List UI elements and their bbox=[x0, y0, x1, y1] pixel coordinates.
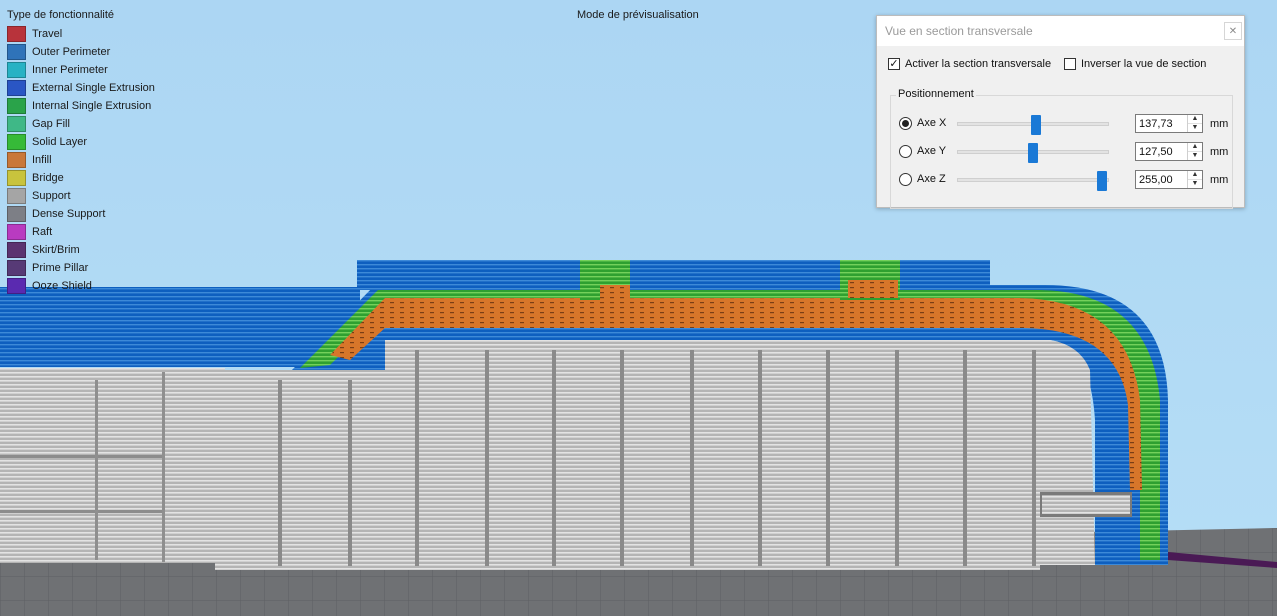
legend-label: Support bbox=[32, 190, 71, 202]
enable-section-checkbox[interactable]: ✓ bbox=[888, 58, 900, 70]
axis-y-radio[interactable] bbox=[899, 145, 912, 158]
legend-item: Bridge bbox=[7, 169, 187, 187]
legend-swatch bbox=[7, 116, 26, 132]
axis-row-y: Axe Y 127,50 ▲ ▼ mm bbox=[899, 142, 1229, 163]
legend-swatch bbox=[7, 242, 26, 258]
spin-up-icon[interactable]: ▲ bbox=[1188, 115, 1202, 124]
legend-label: Inner Perimeter bbox=[32, 64, 108, 76]
3d-preview-viewport[interactable]: Type de fonctionnalité Travel Outer Perim… bbox=[0, 0, 1277, 616]
axis-y-value: 127,50 bbox=[1139, 146, 1173, 158]
legend-swatch bbox=[7, 26, 26, 42]
axis-x-unit: mm bbox=[1210, 118, 1229, 130]
legend-item: Prime Pillar bbox=[7, 259, 187, 277]
axis-y-slider-thumb[interactable] bbox=[1028, 143, 1038, 163]
positioning-group-label: Positionnement bbox=[896, 88, 976, 100]
legend-label: Bridge bbox=[32, 172, 64, 184]
enable-section-label: Activer la section transversale bbox=[905, 58, 1052, 70]
legend-label: Gap Fill bbox=[32, 118, 70, 130]
legend-label: Infill bbox=[32, 154, 52, 166]
dialog-body: ✓ Activer la section transversale Invers… bbox=[877, 46, 1244, 209]
feature-type-legend: Type de fonctionnalité Travel Outer Perim… bbox=[7, 9, 187, 295]
legend-swatch bbox=[7, 152, 26, 168]
legend-label: Internal Single Extrusion bbox=[32, 100, 152, 112]
invert-section-checkbox[interactable] bbox=[1064, 58, 1076, 70]
dialog-title: Vue en section transversale bbox=[885, 24, 1033, 38]
legend-label: Outer Perimeter bbox=[32, 46, 111, 58]
legend-item: Inner Perimeter bbox=[7, 61, 187, 79]
legend-swatch bbox=[7, 278, 26, 294]
legend-item: Support bbox=[7, 187, 187, 205]
legend-item: Dense Support bbox=[7, 205, 187, 223]
axis-x-slider[interactable] bbox=[957, 115, 1109, 135]
legend-item: Solid Layer bbox=[7, 133, 187, 151]
legend-item: Gap Fill bbox=[7, 115, 187, 133]
axis-y-slider[interactable] bbox=[957, 143, 1109, 163]
legend-swatch bbox=[7, 260, 26, 276]
axis-z-slider-thumb[interactable] bbox=[1097, 171, 1107, 191]
legend-swatch bbox=[7, 170, 26, 186]
cross-section-dialog: Vue en section transversale ✕ ✓ Activer … bbox=[876, 15, 1245, 209]
legend-item: Skirt/Brim bbox=[7, 241, 187, 259]
enable-section-checkbox-row[interactable]: ✓ Activer la section transversale bbox=[888, 58, 1051, 70]
legend-swatch bbox=[7, 224, 26, 240]
legend-item: Travel bbox=[7, 25, 187, 43]
axis-y-value-input[interactable]: 127,50 ▲ ▼ bbox=[1135, 142, 1203, 161]
legend-swatch bbox=[7, 188, 26, 204]
axis-row-x: Axe X 137,73 ▲ ▼ mm bbox=[899, 114, 1229, 135]
axis-y-unit: mm bbox=[1210, 146, 1229, 158]
spin-down-icon[interactable]: ▼ bbox=[1188, 180, 1202, 188]
legend-item: Internal Single Extrusion bbox=[7, 97, 187, 115]
legend-label: External Single Extrusion bbox=[32, 82, 155, 94]
legend-label: Raft bbox=[32, 226, 53, 238]
legend-swatch bbox=[7, 80, 26, 96]
close-icon: ✕ bbox=[1228, 25, 1238, 37]
invert-section-label: Inverser la vue de section bbox=[1081, 58, 1207, 70]
legend-title: Type de fonctionnalité bbox=[7, 9, 115, 21]
axis-x-slider-thumb[interactable] bbox=[1031, 115, 1041, 135]
invert-section-checkbox-row[interactable]: Inverser la vue de section bbox=[1064, 58, 1206, 70]
axis-z-label: Axe Z bbox=[917, 173, 946, 185]
axis-x-spinner: ▲ ▼ bbox=[1187, 115, 1202, 132]
axis-row-z: Axe Z 255,00 ▲ ▼ mm bbox=[899, 170, 1229, 191]
legend-item: Infill bbox=[7, 151, 187, 169]
legend-label: Dense Support bbox=[32, 208, 106, 220]
legend-swatch bbox=[7, 98, 26, 114]
axis-z-slider[interactable] bbox=[957, 171, 1109, 191]
axis-z-radio[interactable] bbox=[899, 173, 912, 186]
legend-swatch bbox=[7, 134, 26, 150]
legend-label: Travel bbox=[32, 28, 63, 40]
legend-swatch bbox=[7, 62, 26, 78]
legend-label: Skirt/Brim bbox=[32, 244, 80, 256]
spin-up-icon[interactable]: ▲ bbox=[1188, 171, 1202, 180]
legend-label: Prime Pillar bbox=[32, 262, 89, 274]
legend-label: Solid Layer bbox=[32, 136, 88, 148]
axis-z-unit: mm bbox=[1210, 174, 1229, 186]
legend-swatch bbox=[7, 44, 26, 60]
axis-z-value: 255,00 bbox=[1139, 174, 1173, 186]
axis-z-value-input[interactable]: 255,00 ▲ ▼ bbox=[1135, 170, 1203, 189]
legend-swatch bbox=[7, 206, 26, 222]
axis-y-label: Axe Y bbox=[917, 145, 947, 157]
legend-item: Ooze Shield bbox=[7, 277, 187, 295]
axis-x-value: 137,73 bbox=[1139, 118, 1173, 130]
preview-mode-label: Mode de prévisualisation bbox=[577, 9, 699, 21]
legend-item: Raft bbox=[7, 223, 187, 241]
legend-item: External Single Extrusion bbox=[7, 79, 187, 97]
legend-item: Outer Perimeter bbox=[7, 43, 187, 61]
axis-y-spinner: ▲ ▼ bbox=[1187, 143, 1202, 160]
positioning-group: Positionnement Axe X 137,73 ▲ ▼ mm Axe Y… bbox=[890, 88, 1233, 209]
spin-down-icon[interactable]: ▼ bbox=[1188, 124, 1202, 132]
spin-down-icon[interactable]: ▼ bbox=[1188, 152, 1202, 160]
legend-label: Ooze Shield bbox=[32, 280, 92, 292]
axis-z-spinner: ▲ ▼ bbox=[1187, 171, 1202, 188]
axis-x-radio[interactable] bbox=[899, 117, 912, 130]
close-button[interactable]: ✕ bbox=[1224, 22, 1242, 40]
axis-x-value-input[interactable]: 137,73 ▲ ▼ bbox=[1135, 114, 1203, 133]
axis-x-label: Axe X bbox=[917, 117, 947, 129]
spin-up-icon[interactable]: ▲ bbox=[1188, 143, 1202, 152]
dialog-titlebar[interactable]: Vue en section transversale ✕ bbox=[877, 16, 1244, 46]
